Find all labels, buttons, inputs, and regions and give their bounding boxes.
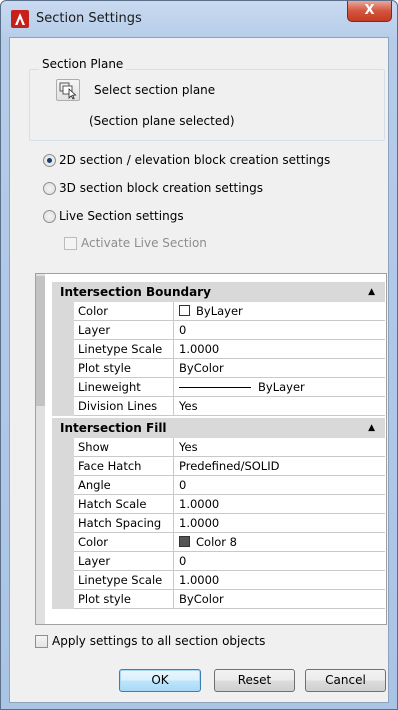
window-title: Section Settings (36, 11, 142, 26)
select-section-plane-button[interactable] (56, 79, 80, 101)
table-row[interactable]: Hatch Spacing 1.0000 (52, 514, 385, 533)
table-row[interactable]: Linetype Scale 1.0000 (52, 340, 385, 359)
table-row[interactable]: Division Lines Yes (52, 397, 385, 416)
property-name: Show (74, 438, 174, 457)
autocad-logo-icon (11, 10, 29, 28)
section-title: Intersection Boundary (60, 285, 211, 299)
property-name: Linetype Scale (74, 340, 174, 359)
table-row[interactable]: Hatch Scale 1.0000 (52, 495, 385, 514)
property-value[interactable]: ByLayer (174, 378, 385, 397)
property-value[interactable]: 1.0000 (174, 340, 385, 359)
table-row[interactable]: Show Yes (52, 438, 385, 457)
property-name: Linetype Scale (74, 571, 174, 590)
reset-button[interactable]: Reset (214, 669, 295, 692)
property-value[interactable]: 0 (174, 552, 385, 571)
section-plane-group (29, 69, 385, 141)
table-row[interactable]: Angle 0 (52, 476, 385, 495)
property-name: Hatch Scale (74, 495, 174, 514)
color-swatch-icon (179, 305, 190, 316)
section-plane-group-title: Section Plane (39, 57, 127, 71)
property-name: Hatch Spacing (74, 514, 174, 533)
property-name: Angle (74, 476, 174, 495)
property-name: Color (74, 302, 174, 321)
property-value[interactable]: 1.0000 (174, 495, 385, 514)
lineweight-line-icon (179, 387, 251, 388)
section-header-intersection-fill[interactable]: Intersection Fill ▲ (52, 418, 385, 438)
table-row[interactable]: Linetype Scale 1.0000 (52, 571, 385, 590)
property-value[interactable]: ByLayer (174, 302, 385, 321)
table-row[interactable]: Color ByLayer (52, 302, 385, 321)
property-value[interactable]: Color 8 (174, 533, 385, 552)
close-button[interactable]: X (347, 1, 392, 22)
collapse-arrow-icon[interactable]: ▲ (368, 418, 375, 438)
property-value[interactable]: Predefined/SOLID (174, 457, 385, 476)
ok-button[interactable]: OK (119, 669, 201, 692)
cancel-button[interactable]: Cancel (305, 669, 386, 692)
table-row[interactable]: Plot style ByColor (52, 590, 385, 609)
property-value[interactable]: 0 (174, 476, 385, 495)
table-row[interactable]: Plot style ByColor (52, 359, 385, 378)
radio-3d-section-label[interactable]: 3D section block creation settings (59, 181, 263, 195)
property-value[interactable]: Yes (174, 397, 385, 416)
activate-live-section-label[interactable]: Activate Live Section (81, 236, 207, 250)
section-title: Intersection Fill (60, 421, 167, 435)
activate-live-section-checkbox[interactable] (64, 237, 77, 250)
property-grid[interactable]: Intersection Boundary ▲ Color ByLayer Lay… (35, 273, 387, 625)
property-name: Plot style (74, 359, 174, 378)
property-name: Layer (74, 552, 174, 571)
table-row[interactable]: Face Hatch Predefined/SOLID (52, 457, 385, 476)
property-value[interactable]: ByColor (174, 359, 385, 378)
apply-all-checkbox[interactable] (35, 635, 48, 648)
section-settings-dialog: Section Settings X Section Plane Select … (0, 0, 398, 710)
property-name: Plot style (74, 590, 174, 609)
property-name: Layer (74, 321, 174, 340)
collapse-arrow-icon[interactable]: ▲ (368, 282, 375, 302)
property-value[interactable]: Yes (174, 438, 385, 457)
radio-2d-section[interactable] (43, 154, 56, 167)
radio-2d-section-label[interactable]: 2D section / elevation block creation se… (59, 153, 330, 167)
section-plane-status: (Section plane selected) (89, 114, 235, 128)
property-value[interactable]: ByColor (174, 590, 385, 609)
select-section-plane-label[interactable]: Select section plane (94, 83, 215, 97)
property-value[interactable]: 1.0000 (174, 514, 385, 533)
color-swatch-icon (179, 536, 190, 547)
table-row[interactable]: Layer 0 (52, 552, 385, 571)
property-name: Division Lines (74, 397, 174, 416)
scrollbar-thumb[interactable] (36, 276, 45, 406)
section-header-intersection-boundary[interactable]: Intersection Boundary ▲ (52, 282, 385, 302)
select-plane-icon (59, 82, 77, 100)
apply-all-label[interactable]: Apply settings to all section objects (52, 634, 265, 648)
table-row[interactable]: Lineweight ByLayer (52, 378, 385, 397)
radio-3d-section[interactable] (43, 182, 56, 195)
radio-live-section[interactable] (43, 210, 56, 223)
property-name: Face Hatch (74, 457, 174, 476)
table-row[interactable]: Layer 0 (52, 321, 385, 340)
property-name: Color (74, 533, 174, 552)
property-value[interactable]: 0 (174, 321, 385, 340)
title-bar[interactable]: Section Settings X (1, 1, 397, 37)
property-grid-scrollbar[interactable] (36, 274, 45, 624)
property-name: Lineweight (74, 378, 174, 397)
radio-live-section-label[interactable]: Live Section settings (59, 209, 184, 223)
property-value[interactable]: 1.0000 (174, 571, 385, 590)
table-row[interactable]: Color Color 8 (52, 533, 385, 552)
